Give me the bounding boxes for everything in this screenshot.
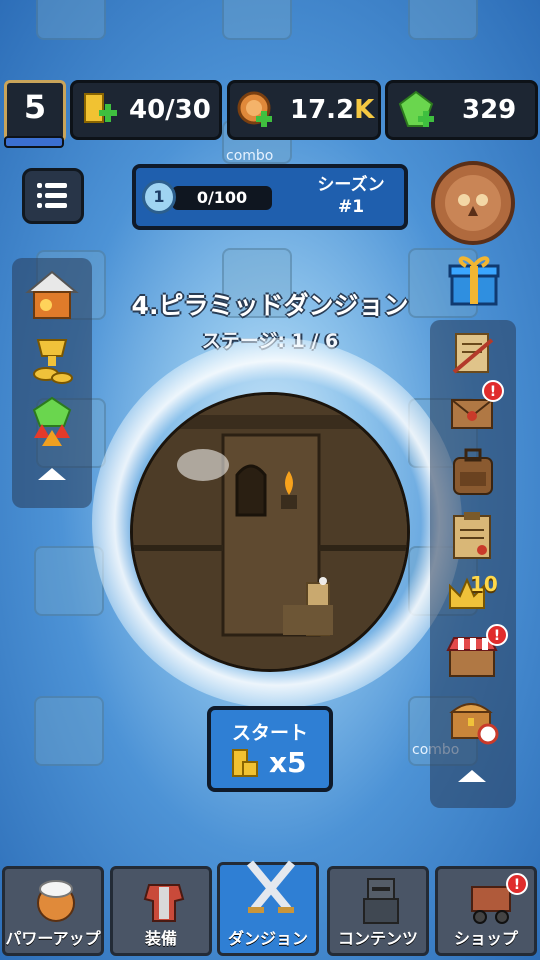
- player-level: 5: [23, 88, 47, 126]
- owl-medallion-icon[interactable]: [430, 160, 516, 246]
- bg-tile: [34, 696, 104, 766]
- bottom-nav: パワーアップ 装備 ダンジョン コンテンツ ! ショップ: [0, 860, 540, 960]
- tab-content[interactable]: コンテンツ: [327, 866, 429, 956]
- tab-dungeon[interactable]: ダンジョン: [217, 860, 319, 956]
- combo-label: combo: [226, 148, 274, 164]
- xp-bar: [4, 136, 64, 148]
- menu-button[interactable]: [22, 168, 84, 224]
- shop-alert-badge: !: [506, 873, 528, 895]
- tab-power-up[interactable]: パワーアップ: [2, 866, 104, 956]
- knight-icon: [363, 878, 399, 924]
- chef-icon: [37, 880, 75, 922]
- right-side-panel: ! 10 !: [430, 320, 516, 808]
- tab-label: コンテンツ: [337, 929, 418, 948]
- season-level-badge: 1: [142, 180, 176, 214]
- season-progress: 0/100: [172, 186, 272, 210]
- energy-cost-icon: [232, 749, 258, 777]
- mail-alert-badge: !: [482, 380, 504, 402]
- clipboard-icon[interactable]: [448, 508, 498, 562]
- season-title: シーズン: [317, 175, 385, 195]
- dungeon-portal[interactable]: [130, 392, 410, 672]
- tab-equipment[interactable]: 装備: [110, 866, 212, 956]
- gem-upgrade-icon[interactable]: [24, 394, 80, 450]
- gem-value: 329: [462, 95, 517, 125]
- energy-stat[interactable]: 40/30: [70, 80, 222, 140]
- armor-icon: [143, 884, 185, 922]
- tab-label: ショップ: [453, 929, 518, 948]
- menu-icon-dot: [37, 193, 42, 198]
- crown-level-badge: 10: [470, 572, 498, 596]
- tab-label: 装備: [144, 929, 177, 948]
- energy-plus-icon: [84, 93, 117, 123]
- treasure-clock-icon[interactable]: [446, 696, 500, 746]
- tab-label: ダンジョン: [227, 929, 308, 948]
- start-cost: x5: [269, 746, 307, 779]
- menu-icon-line: [45, 203, 67, 208]
- player-level-badge[interactable]: 5: [4, 80, 66, 142]
- scroll-quest-icon[interactable]: [448, 328, 498, 378]
- menu-icon-dot: [37, 203, 42, 208]
- season-pass-banner[interactable]: 0/100 1 シーズン #1: [132, 164, 408, 230]
- left-panel-collapse-icon[interactable]: [38, 468, 66, 480]
- menu-icon-line: [45, 193, 67, 198]
- coin-value: 17.2: [290, 95, 355, 125]
- right-panel-collapse-icon[interactable]: [458, 770, 486, 782]
- dungeon-title: 4.ピラミッドダンジョン: [131, 291, 409, 320]
- bg-tile: [34, 546, 104, 616]
- season-label: シーズン #1: [306, 174, 396, 218]
- start-button[interactable]: スタート x5: [207, 706, 333, 792]
- gem-plus-icon: [398, 90, 434, 127]
- tab-shop[interactable]: ! ショップ: [435, 866, 537, 956]
- bg-tile: [36, 0, 106, 40]
- backpack-icon[interactable]: [446, 446, 500, 500]
- menu-icon: [45, 183, 67, 188]
- season-number: #1: [337, 197, 365, 217]
- market-alert-badge: !: [486, 624, 508, 646]
- crossed-swords-icon: [246, 860, 296, 913]
- tab-label: パワーアップ: [5, 929, 101, 948]
- coin-value-suffix: K: [354, 95, 375, 125]
- start-label: スタート: [231, 722, 308, 744]
- bg-tile: [222, 0, 292, 40]
- bg-tile: [408, 0, 478, 40]
- pyramid-dungeon-scene-icon: [133, 395, 407, 669]
- gem-stat[interactable]: 329: [385, 80, 538, 140]
- coin-stat[interactable]: 17.2 K: [227, 80, 381, 140]
- coin-plus-icon: [237, 91, 272, 127]
- energy-value: 40/30: [129, 95, 211, 125]
- menu-icon-dot: [37, 183, 42, 188]
